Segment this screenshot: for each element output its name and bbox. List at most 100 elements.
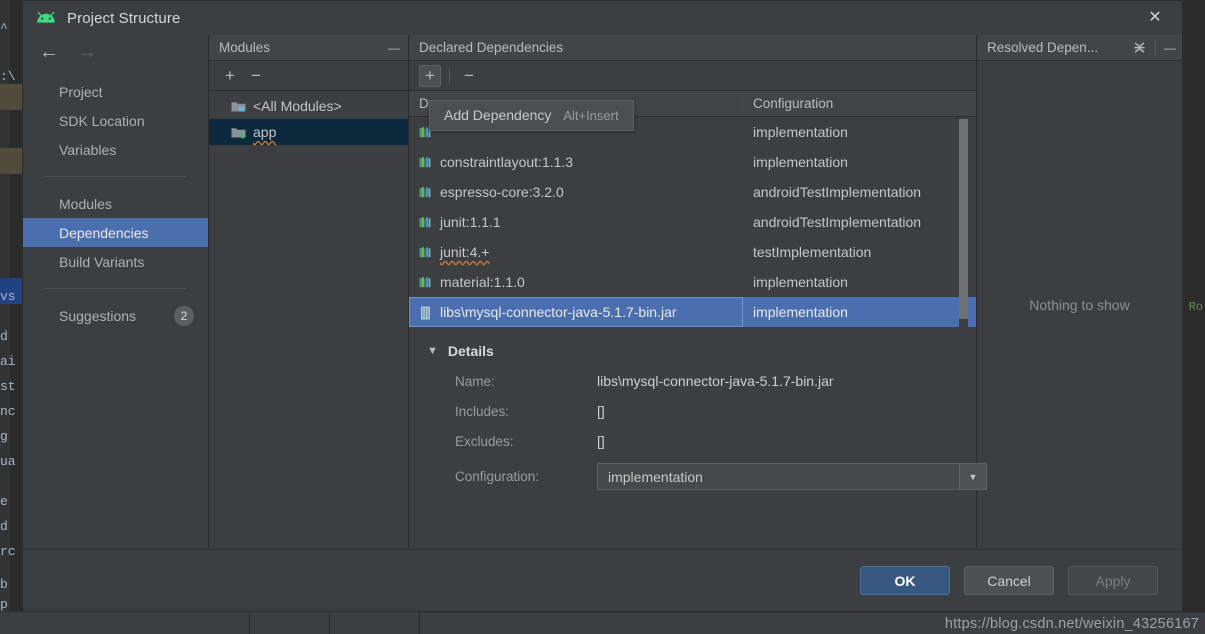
sidebar-item-label: SDK Location — [59, 112, 145, 129]
add-dependency-button[interactable]: + — [419, 64, 441, 87]
library-icon — [419, 246, 432, 259]
modules-minimize-icon[interactable]: — — [388, 41, 400, 55]
dependency-configuration: implementation — [753, 154, 848, 170]
module-name: <All Modules> — [253, 98, 342, 114]
modules-toolbar: + − — [209, 61, 408, 91]
configuration-label: Configuration: — [455, 469, 540, 484]
resolved-header-icons: — — [1132, 39, 1182, 56]
editor-code-fragment: b — [0, 578, 8, 592]
dependency-name: constraintlayout:1.1.3 — [440, 154, 574, 170]
details-header[interactable]: ▼ Details — [427, 343, 976, 359]
dependency-row[interactable]: junit:1.1.1 androidTestImplementation — [409, 207, 976, 237]
editor-highlight-band — [0, 84, 22, 110]
tooltip-shortcut: Alt+Insert — [563, 108, 619, 123]
editor-right-code-fragment: Ro — [1188, 300, 1203, 314]
detail-label: Includes: — [455, 403, 510, 419]
add-dependency-tooltip: Add Dependency Alt+Insert — [429, 100, 634, 131]
editor-code-fragment: d — [0, 330, 8, 344]
details-section: ▼ Details Name: libs\mysql-connector-java… — [409, 327, 987, 549]
nav-history-controls: ← → — [23, 35, 208, 69]
dependency-row[interactable]: material:1.1.0 implementation — [409, 267, 976, 297]
jar-file-icon — [419, 306, 432, 319]
sidebar-item-modules[interactable]: Modules — [23, 189, 208, 218]
close-icon[interactable]: ✕ — [1146, 9, 1164, 27]
dependency-row[interactable]: libs\mysql-connector-java-5.1.7-bin.jar i… — [409, 297, 976, 327]
dependency-row[interactable]: espresso-core:3.2.0 androidTestImplementa… — [409, 177, 976, 207]
declared-panel-title: Declared Dependencies — [419, 40, 564, 55]
module-list-item[interactable]: <All Modules> — [209, 93, 408, 119]
editor-code-fragment: d — [0, 520, 8, 534]
suggestions-count-badge: 2 — [174, 305, 194, 326]
dependency-row[interactable]: constraintlayout:1.1.3 implementation — [409, 147, 976, 177]
dependency-name-cell: libs\mysql-connector-java-5.1.7-bin.jar — [409, 297, 743, 327]
back-arrow-icon[interactable]: ← — [39, 42, 59, 62]
detail-value: libs\mysql-connector-java-5.1.7-bin.jar — [597, 373, 834, 389]
dependency-configuration: androidTestImplementation — [753, 214, 922, 230]
detail-label: Name: — [455, 373, 495, 389]
remove-dependency-button[interactable]: − — [458, 65, 480, 87]
dependency-configuration: androidTestImplementation — [753, 184, 922, 200]
dependency-name-cell: junit:4.+ — [409, 237, 743, 267]
resolved-panel-title: Resolved Depen... — [987, 40, 1099, 55]
detail-label: Excludes: — [455, 433, 514, 449]
resolved-empty-message: Nothing to show — [1029, 297, 1130, 313]
sidebar-item-variables[interactable]: Variables — [23, 135, 208, 164]
detail-value: [] — [597, 403, 605, 419]
settings-sidebar: ← → Project SDK Location Variables Modules D… — [23, 35, 209, 549]
sidebar-item-dependencies[interactable]: Dependencies — [23, 218, 208, 247]
dependency-name-cell: junit:1.1.1 — [409, 207, 743, 237]
configuration-select[interactable]: implementation ▼ — [597, 463, 987, 490]
details-title: Details — [447, 343, 494, 359]
dependency-name-cell: espresso-core:3.2.0 — [409, 177, 743, 207]
modules-list: <All Modules> app — [209, 91, 408, 549]
declared-toolbar: + − — [409, 61, 976, 91]
remove-module-button[interactable]: − — [245, 65, 267, 87]
dependencies-table: D Configuration appcompat:1.1.0implement… — [409, 91, 976, 327]
dependency-name: espresso-core:3.2.0 — [440, 184, 564, 200]
ide-tool-tab[interactable] — [250, 612, 330, 634]
modules-panel: Modules — + − <All Modules> app — [209, 35, 409, 549]
module-list-item[interactable]: app — [209, 119, 408, 145]
sidebar-nav-list: Project SDK Location Variables Modules Depen… — [23, 77, 208, 330]
forward-arrow-icon[interactable]: → — [77, 42, 97, 62]
dialog-body: ← → Project SDK Location Variables Modules D… — [23, 35, 1182, 549]
details-fields: Name: libs\mysql-connector-java-5.1.7-bin… — [427, 373, 987, 490]
sidebar-item-label: Build Variants — [59, 253, 145, 270]
project-structure-dialog: Project Structure ✕ ← → Project SDK Locat… — [22, 0, 1183, 612]
library-icon — [419, 186, 432, 199]
library-icon — [419, 216, 432, 229]
editor-code-fragment: e — [0, 495, 8, 509]
sidebar-item-sdk-location[interactable]: SDK Location — [23, 106, 208, 135]
modules-panel-title: Modules — [219, 40, 271, 55]
dependency-row[interactable]: junit:4.+ testImplementation — [409, 237, 976, 267]
editor-highlight-band — [0, 148, 22, 174]
dialog-titlebar: Project Structure ✕ — [23, 1, 1182, 35]
column-header-configuration[interactable]: Configuration — [743, 96, 976, 111]
ide-tool-tab[interactable] — [330, 612, 420, 634]
resolved-panel-header: Resolved Depen... — — [977, 35, 1182, 61]
editor-code-fragment: g — [0, 430, 8, 444]
ide-tool-tab[interactable] — [0, 612, 250, 634]
resolved-dependencies-panel: Resolved Depen... — Nothing to show — [977, 35, 1182, 549]
editor-code-fragment: :\ — [0, 70, 16, 84]
sidebar-item-project[interactable]: Project — [23, 77, 208, 106]
declared-dependencies-panel: Declared Dependencies + − D Configuratio… — [409, 35, 987, 549]
collapse-all-icon[interactable] — [1132, 40, 1147, 55]
editor-code-fragment: ai — [0, 355, 16, 369]
dependency-name: libs\mysql-connector-java-5.1.7-bin.jar — [440, 304, 677, 320]
ok-button[interactable]: OK — [860, 566, 950, 595]
cancel-button[interactable]: Cancel — [964, 566, 1054, 595]
dialog-footer: OK Cancel Apply — [23, 549, 1182, 611]
dependency-configuration: implementation — [753, 304, 848, 320]
add-module-button[interactable]: + — [219, 65, 241, 87]
chevron-down-icon[interactable]: ▼ — [959, 464, 986, 489]
sidebar-item-suggestions[interactable]: Suggestions 2 — [23, 301, 208, 330]
dependencies-scrollbar[interactable] — [959, 119, 968, 319]
collapse-triangle-icon[interactable]: ▼ — [427, 345, 438, 357]
sidebar-item-label: Suggestions — [59, 307, 137, 324]
dependency-configuration: testImplementation — [753, 244, 872, 260]
sidebar-item-build-variants[interactable]: Build Variants — [23, 247, 208, 276]
resolved-minimize-icon[interactable]: — — [1164, 41, 1176, 55]
library-icon — [419, 276, 432, 289]
tooltip-label: Add Dependency — [444, 107, 552, 123]
